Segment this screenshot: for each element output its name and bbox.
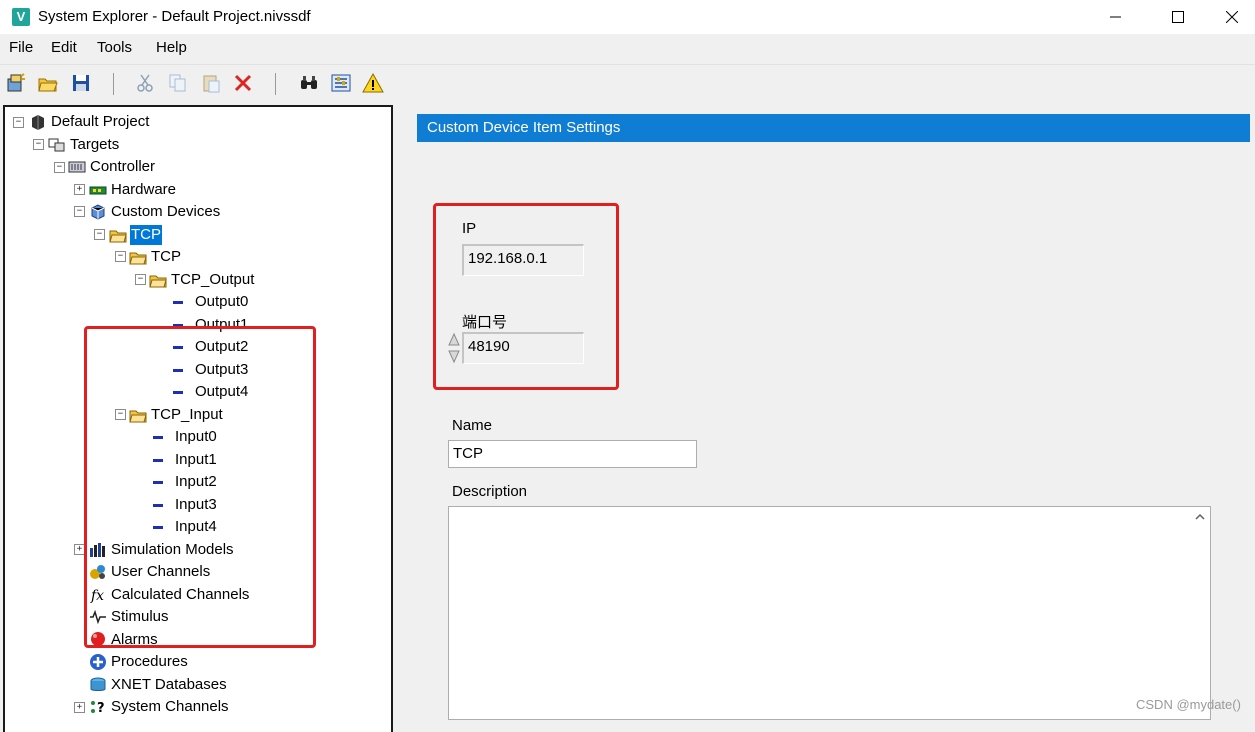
controller-icon xyxy=(68,158,86,176)
window-title: System Explorer - Default Project.nivssd… xyxy=(38,8,311,25)
menu-file[interactable]: File xyxy=(9,39,33,56)
tree-item-procedures[interactable]: Procedures xyxy=(89,651,189,673)
tree-item-tcp-device[interactable]: TCP xyxy=(109,224,162,246)
tree-item-controller[interactable]: Controller xyxy=(68,156,156,178)
tree-item-output0[interactable]: Output0 xyxy=(169,291,249,313)
minimize-button[interactable] xyxy=(1093,0,1139,34)
tree-item-tcp[interactable]: TCP xyxy=(129,246,182,268)
procedures-icon xyxy=(89,653,107,671)
collapse-toggle[interactable]: − xyxy=(94,229,105,240)
collapse-toggle[interactable]: − xyxy=(74,206,85,217)
settings-header: Custom Device Item Settings xyxy=(417,114,1250,142)
maximize-button[interactable] xyxy=(1155,0,1201,34)
delete-button[interactable] xyxy=(232,72,254,94)
tree-item-hardware[interactable]: Hardware xyxy=(89,179,177,201)
expand-toggle[interactable]: + xyxy=(74,702,85,713)
tree-item-targets[interactable]: Targets xyxy=(48,134,120,156)
folder-icon xyxy=(149,271,167,289)
minimize-icon xyxy=(1110,16,1121,18)
folder-icon xyxy=(109,226,127,244)
tree-item-label: TCP xyxy=(130,225,162,245)
description-label: Description xyxy=(452,483,528,500)
toolbar-divider xyxy=(113,73,114,95)
folder-icon xyxy=(129,248,147,266)
save-icon xyxy=(73,75,89,91)
collapse-toggle[interactable]: − xyxy=(13,117,24,128)
tree-item-label: Procedures xyxy=(111,653,188,670)
tree-item-label: Hardware xyxy=(111,181,177,198)
configure-icon xyxy=(331,74,351,92)
collapse-toggle[interactable]: − xyxy=(135,274,146,285)
close-button[interactable] xyxy=(1209,0,1255,34)
save-button[interactable] xyxy=(70,72,92,94)
cut-button[interactable] xyxy=(134,72,156,94)
title-bar: V System Explorer - Default Project.nivs… xyxy=(0,0,1255,34)
targets-icon xyxy=(48,136,66,154)
tree-item-custom-devices[interactable]: Custom Devices xyxy=(89,201,221,223)
menu-tools[interactable]: Tools xyxy=(97,39,132,56)
tree-item-label: Output0 xyxy=(195,293,249,310)
channel-icon xyxy=(173,300,183,304)
custom-devices-icon xyxy=(89,203,107,221)
description-scrollbar[interactable] xyxy=(1190,507,1210,719)
paste-button[interactable] xyxy=(200,72,222,94)
scroll-up-icon[interactable] xyxy=(1190,507,1210,527)
find-icon xyxy=(301,76,317,89)
project-icon xyxy=(29,113,47,131)
watermark: CSDN @mydate() xyxy=(1136,697,1241,712)
tree-item-label: Default Project xyxy=(51,113,150,130)
maximize-icon xyxy=(1172,11,1184,23)
highlight-box xyxy=(433,203,619,390)
hardware-icon xyxy=(89,181,107,199)
delete-icon xyxy=(234,74,252,92)
warning-button[interactable] xyxy=(362,72,384,94)
tree-item-label: Controller xyxy=(90,158,156,175)
app-icon: V xyxy=(12,8,30,26)
toolbar xyxy=(0,64,1255,101)
name-input[interactable]: TCP xyxy=(448,440,697,468)
tree-item-label: Targets xyxy=(70,136,120,153)
menu-bar: File Edit Tools Help xyxy=(0,34,1255,62)
database-icon xyxy=(89,676,107,694)
menu-help[interactable]: Help xyxy=(156,39,187,56)
description-textarea[interactable] xyxy=(448,506,1211,720)
tree-item-label: XNET Databases xyxy=(111,676,227,693)
tree-item-label: TCP_Output xyxy=(171,271,255,288)
close-icon xyxy=(1226,11,1238,23)
configure-button[interactable] xyxy=(330,72,352,94)
collapse-toggle[interactable]: − xyxy=(115,251,126,262)
expand-toggle[interactable]: + xyxy=(74,184,85,195)
tree-item-system-channels[interactable]: ? System Channels xyxy=(89,696,230,718)
collapse-toggle[interactable]: − xyxy=(54,162,65,173)
new-project-button[interactable] xyxy=(5,72,27,94)
cut-icon xyxy=(137,74,153,92)
tree-item-label: Custom Devices xyxy=(111,203,221,220)
find-button[interactable] xyxy=(298,72,320,94)
project-tree[interactable]: − Default Project − Targets − Controller… xyxy=(3,105,393,732)
collapse-toggle[interactable]: − xyxy=(33,139,44,150)
menu-edit[interactable]: Edit xyxy=(51,39,77,56)
tree-item-tcp-output[interactable]: TCP_Output xyxy=(149,269,255,291)
open-folder-icon xyxy=(38,78,58,92)
tree-item-label: System Channels xyxy=(111,698,229,715)
toolbar-divider xyxy=(275,73,276,95)
copy-icon xyxy=(169,74,186,92)
tree-item-label: TCP xyxy=(151,248,181,265)
name-label: Name xyxy=(452,417,493,434)
new-project-icon xyxy=(7,73,25,92)
tree-item-xnet-databases[interactable]: XNET Databases xyxy=(89,674,228,696)
paste-icon xyxy=(203,75,220,93)
tree-item-default-project[interactable]: Default Project xyxy=(29,111,150,133)
highlight-box xyxy=(84,326,316,648)
copy-button[interactable] xyxy=(167,72,189,94)
warning-icon xyxy=(362,73,384,93)
svg-text:?: ? xyxy=(97,701,105,715)
open-button[interactable] xyxy=(37,72,59,94)
system-channels-icon: ? xyxy=(89,698,107,716)
